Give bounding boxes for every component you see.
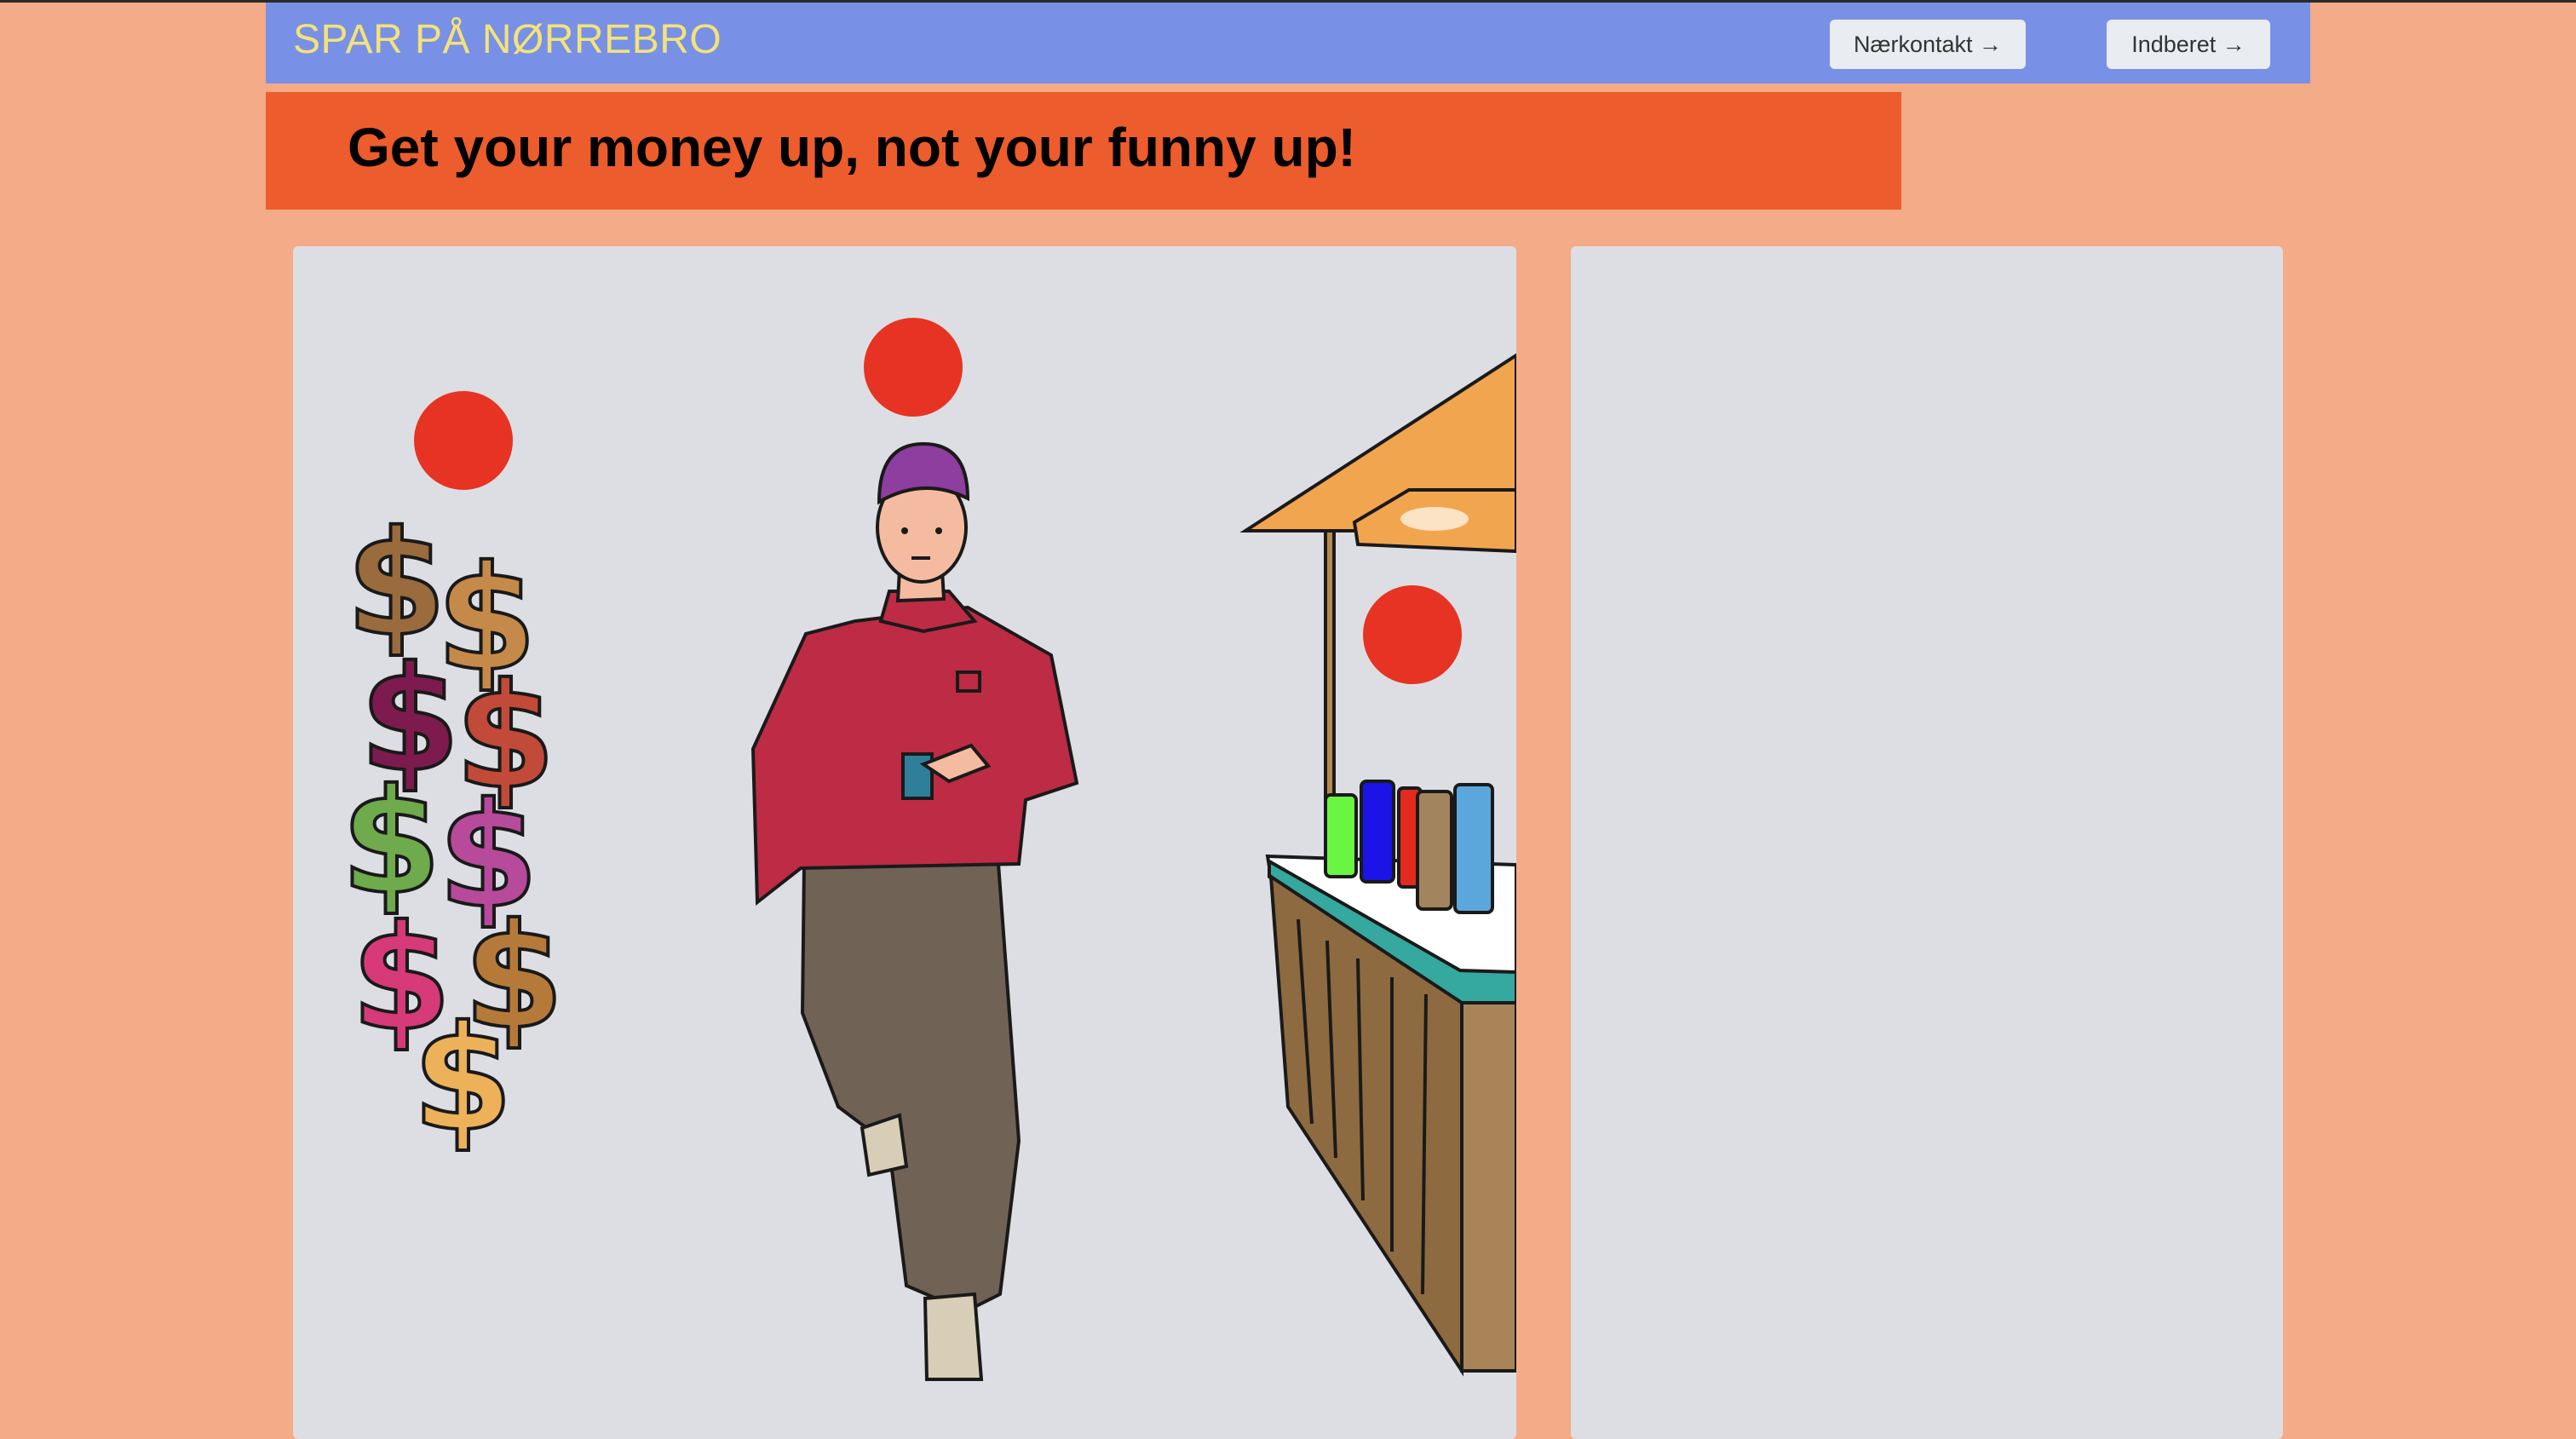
dollar-sign-icon: $	[412, 995, 513, 1164]
headline: Get your money up, not your funny up!	[348, 117, 1356, 178]
map-marker-icon	[414, 391, 513, 490]
naerkontakt-button[interactable]: Nærkontakt →	[1830, 20, 2026, 69]
brand-title[interactable]: SPAR PÅ NØRREBRO	[293, 16, 722, 63]
person-figure	[750, 441, 1079, 1381]
map-marker-icon	[864, 318, 963, 417]
navbar: SPAR PÅ NØRREBRO Nærkontakt → Indberet →	[266, 3, 2310, 83]
market-stall	[1239, 353, 1516, 1377]
map-panel: $ $ $ $ $ $ $ $ $	[293, 246, 1516, 1439]
info-panel	[1571, 246, 2283, 1439]
map-marker-icon	[1363, 585, 1462, 684]
street-illustration: $ $ $ $ $ $ $ $ $	[339, 318, 1516, 1381]
headline-banner: Get your money up, not your funny up!	[266, 92, 1901, 210]
indberet-button[interactable]: Indberet →	[2107, 20, 2270, 69]
dollar-signs-group: $ $ $ $ $ $ $ $ $	[339, 498, 566, 1166]
